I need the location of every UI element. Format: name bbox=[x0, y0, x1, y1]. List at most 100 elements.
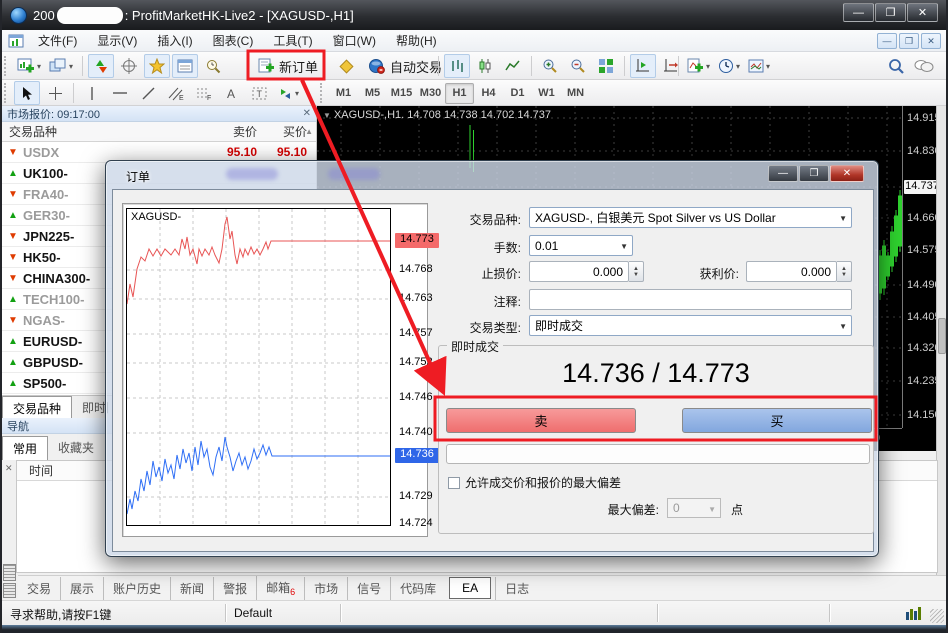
dialog-minimize-button[interactable]: — bbox=[768, 165, 798, 182]
timeframe-m15[interactable]: M15 bbox=[387, 83, 416, 104]
menu-charts[interactable]: 图表(C) bbox=[203, 29, 264, 52]
status-profile[interactable]: Default bbox=[234, 606, 272, 620]
timeframe-w1[interactable]: W1 bbox=[532, 83, 561, 104]
line-chart-button[interactable] bbox=[500, 54, 526, 78]
tab-code-base[interactable]: 代码库 bbox=[390, 577, 445, 600]
tab-alerts[interactable]: 警报 bbox=[213, 577, 256, 600]
candlestick-chart-button[interactable] bbox=[472, 54, 498, 78]
column-sell[interactable]: 卖价 bbox=[217, 123, 257, 140]
new-chart-button[interactable]: ▾ bbox=[14, 54, 44, 78]
bar-chart-button[interactable] bbox=[444, 54, 470, 78]
comment-input[interactable] bbox=[529, 289, 852, 310]
mdi-restore-button[interactable]: ❐ bbox=[899, 33, 919, 49]
menu-insert[interactable]: 插入(I) bbox=[147, 29, 202, 52]
tile-windows-button[interactable] bbox=[593, 54, 619, 78]
take-profit-stepper[interactable]: ▲▼ bbox=[837, 261, 852, 282]
close-button[interactable]: ✕ bbox=[907, 3, 938, 22]
deviation-checkbox-row[interactable]: 允许成交价和报价的最大偏差 bbox=[448, 474, 621, 491]
timeframe-m30[interactable]: M30 bbox=[416, 83, 445, 104]
tab-symbols[interactable]: 交易品种 bbox=[2, 396, 72, 418]
stop-loss-input[interactable] bbox=[529, 261, 629, 282]
arrows-tool-button[interactable]: ▾ bbox=[275, 81, 302, 105]
profiles-button[interactable]: ▾ bbox=[46, 54, 76, 78]
zoom-out-button[interactable] bbox=[565, 54, 591, 78]
toolbar-grip[interactable] bbox=[320, 83, 325, 103]
tab-experts[interactable]: EA bbox=[449, 577, 491, 599]
close-icon[interactable]: ✕ bbox=[303, 108, 311, 119]
order-dialog-title-bar[interactable]: 订单 — ❐ ✕ bbox=[106, 161, 878, 188]
column-buy[interactable]: 买价 bbox=[267, 123, 307, 140]
tab-account-history[interactable]: 账户历史 bbox=[103, 577, 170, 600]
tab-signals[interactable]: 信号 bbox=[347, 577, 390, 600]
menu-view[interactable]: 显示(V) bbox=[87, 29, 147, 52]
tab-favorites[interactable]: 收藏夹 bbox=[48, 436, 104, 460]
zoom-in-button[interactable] bbox=[537, 54, 563, 78]
column-symbol[interactable]: 交易品种 bbox=[2, 123, 57, 140]
minimize-button[interactable]: — bbox=[843, 3, 874, 22]
timeframe-m1[interactable]: M1 bbox=[329, 83, 358, 104]
menu-window[interactable]: 窗口(W) bbox=[323, 29, 386, 52]
menu-help[interactable]: 帮助(H) bbox=[386, 29, 447, 52]
take-profit-input[interactable] bbox=[746, 261, 837, 282]
strategy-tester-button[interactable] bbox=[200, 54, 226, 78]
terminal-toggle-button[interactable] bbox=[172, 54, 198, 78]
max-deviation-select[interactable]: 0▼ bbox=[667, 498, 721, 518]
navigator-toggle-button[interactable] bbox=[144, 54, 170, 78]
tab-trade[interactable]: 交易 bbox=[18, 577, 60, 600]
periods-button[interactable]: ▾ bbox=[715, 54, 743, 78]
search-button[interactable] bbox=[883, 54, 909, 78]
scrollbar-thumb[interactable] bbox=[938, 318, 946, 354]
crosshair-tool-button[interactable] bbox=[42, 81, 68, 105]
tab-journal[interactable]: 日志 bbox=[495, 577, 538, 600]
fibonacci-tool-button[interactable]: F bbox=[191, 81, 217, 105]
timeframe-d1[interactable]: D1 bbox=[503, 83, 532, 104]
vertical-line-tool-button[interactable] bbox=[79, 81, 105, 105]
community-chat-button[interactable] bbox=[911, 54, 937, 78]
timeframe-h4[interactable]: H4 bbox=[474, 83, 503, 104]
maximize-button[interactable]: ❐ bbox=[875, 3, 906, 22]
mdi-minimize-button[interactable]: — bbox=[877, 33, 897, 49]
text-tool-button[interactable]: A bbox=[219, 81, 245, 105]
tab-news[interactable]: 新闻 bbox=[170, 577, 213, 600]
symbol-select[interactable]: XAGUSD-, 白银美元 Spot Silver vs US Dollar▼ bbox=[529, 207, 852, 228]
text-label-tool-button[interactable]: T bbox=[247, 81, 273, 105]
mdi-close-button[interactable]: ✕ bbox=[921, 33, 941, 49]
menu-file[interactable]: 文件(F) bbox=[28, 29, 87, 52]
tab-exposure[interactable]: 展示 bbox=[60, 577, 103, 600]
templates-button[interactable]: ▾ bbox=[745, 54, 773, 78]
terminal-close-icon[interactable]: ✕ bbox=[5, 463, 13, 474]
sell-button[interactable]: 卖 bbox=[446, 408, 636, 433]
equidistant-channel-tool-button[interactable]: E bbox=[163, 81, 189, 105]
scroll-up-icon[interactable]: ▲ bbox=[305, 127, 313, 136]
horizontal-line-tool-button[interactable] bbox=[107, 81, 133, 105]
timeframe-mn[interactable]: MN bbox=[561, 83, 590, 104]
tab-mailbox[interactable]: 邮箱6 bbox=[256, 576, 304, 600]
metaeditor-button[interactable] bbox=[333, 54, 359, 78]
data-window-button[interactable] bbox=[116, 54, 142, 78]
toolbar-grip[interactable] bbox=[4, 83, 9, 103]
volume-select[interactable]: 0.01▼ bbox=[529, 235, 633, 256]
toolbar-grip[interactable] bbox=[4, 56, 9, 76]
chevron-down-icon[interactable]: ▼ bbox=[323, 111, 331, 120]
market-watch-toggle-button[interactable] bbox=[88, 54, 114, 78]
indicators-button[interactable]: ▾ bbox=[684, 54, 713, 78]
timeframe-h1[interactable]: H1 bbox=[445, 83, 474, 104]
dialog-close-button[interactable]: ✕ bbox=[830, 165, 864, 182]
new-order-button[interactable]: 新订单 bbox=[251, 54, 325, 78]
dialog-restore-button[interactable]: ❐ bbox=[799, 165, 829, 182]
deviation-checkbox[interactable] bbox=[448, 477, 460, 489]
buy-button[interactable]: 买 bbox=[682, 408, 872, 433]
timeframe-m5[interactable]: M5 bbox=[358, 83, 387, 104]
resize-grip[interactable] bbox=[930, 609, 944, 623]
cursor-tool-button[interactable] bbox=[14, 81, 40, 105]
tab-common[interactable]: 常用 bbox=[2, 436, 48, 460]
chart-shift-button[interactable] bbox=[630, 54, 656, 78]
tab-tick-chart[interactable]: 即时图 bbox=[72, 396, 108, 418]
menu-tools[interactable]: 工具(T) bbox=[263, 29, 322, 52]
tab-market[interactable]: 市场 bbox=[304, 577, 347, 600]
docked-panel-grip[interactable] bbox=[3, 564, 16, 581]
column-time[interactable]: 时间 bbox=[29, 462, 53, 479]
order-type-select[interactable]: 即时成交▼ bbox=[529, 315, 852, 336]
docked-panel-grip[interactable] bbox=[3, 583, 16, 598]
trendline-tool-button[interactable] bbox=[135, 81, 161, 105]
